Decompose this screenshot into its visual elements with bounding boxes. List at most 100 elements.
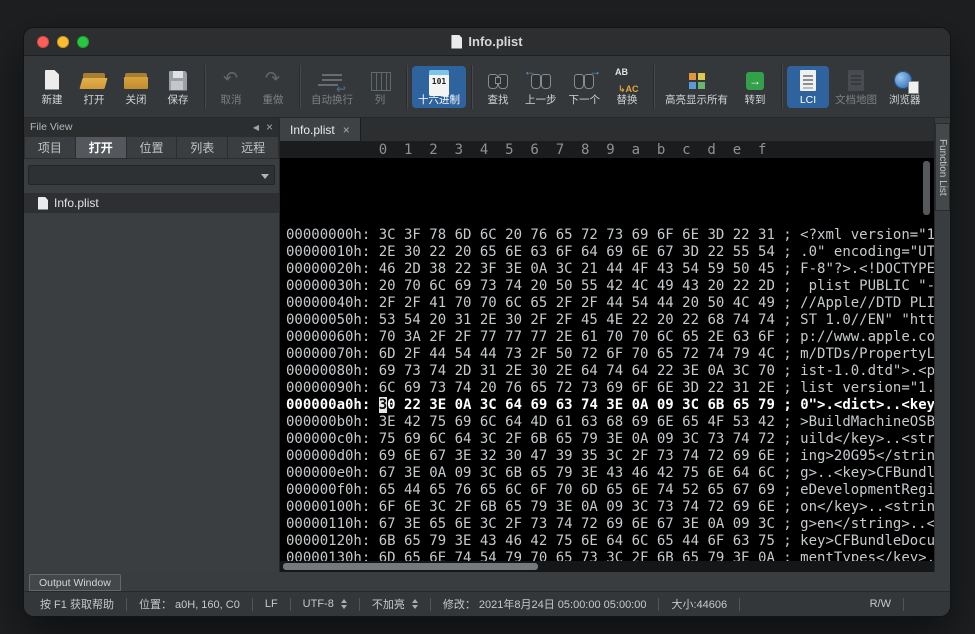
hex-row[interactable]: 00000050h: 53 54 20 31 2E 30 2F 2F 45 4E… <box>286 312 950 329</box>
browser-button[interactable]: 浏览器 <box>883 66 927 108</box>
hex-address: 000000d0h: <box>286 448 379 464</box>
hex-101-icon <box>424 69 454 93</box>
toolbar-button-label: 下一个 <box>569 94 601 106</box>
lci-button[interactable]: LCI <box>787 66 829 108</box>
undo-button[interactable]: 取消 <box>210 66 252 108</box>
output-window-tab[interactable]: Output Window <box>29 574 121 591</box>
goto-button[interactable]: 转到 <box>734 66 776 108</box>
close-panel-icon[interactable]: × <box>266 122 273 132</box>
function-list-tab[interactable]: Function List <box>935 123 950 211</box>
replace-button[interactable]: 替换 <box>606 66 648 108</box>
hex-row[interactable]: 00000000h: 3C 3F 78 6D 6C 20 76 65 72 73… <box>286 227 950 244</box>
find-next-button[interactable]: 下一个 <box>563 66 607 108</box>
vertical-scrollbar-thumb[interactable] <box>923 161 930 215</box>
hex-row[interactable]: 00000020h: 46 2D 38 22 3F 3E 0A 3C 21 44… <box>286 261 950 278</box>
hex-ascii: p://www.apple.co <box>800 329 935 345</box>
hex-bytes: 3E 42 75 69 6C 64 4D 61 63 68 69 6E 65 4… <box>379 414 775 430</box>
hex-rows[interactable]: 00000000h: 3C 3F 78 6D 6C 20 76 65 72 73… <box>280 158 950 572</box>
highlight-all-button[interactable]: 高亮显示所有 <box>659 66 734 108</box>
dropdown-stepper-icon <box>341 599 347 609</box>
redo-button[interactable]: 重做 <box>252 66 294 108</box>
toolbar-button-label: 文档地图 <box>835 94 877 106</box>
hex-bytes: 6D 2F 44 54 44 73 2F 50 72 6F 70 65 72 7… <box>379 346 775 362</box>
find-button[interactable]: 查找 <box>477 66 519 108</box>
hex-bytes: 69 73 74 2D 31 2E 30 2E 64 74 64 22 3E 0… <box>379 363 775 379</box>
sidebar-tab-project[interactable]: 项目 <box>24 136 76 159</box>
hex-ascii-separator: ; <box>775 346 800 362</box>
hex-view-button[interactable]: 十六进制 <box>412 66 466 108</box>
hex-bytes: 67 3E 65 6E 3C 2F 73 74 72 69 6E 67 3E 0… <box>379 516 775 532</box>
output-row: Output Window <box>24 572 950 591</box>
editor-tab-info-plist[interactable]: Info.plist × <box>280 118 361 141</box>
hex-ascii-separator: ; <box>775 278 800 294</box>
hex-bytes: 75 69 6C 64 3C 2F 6B 65 79 3E 0A 09 3C 7… <box>379 431 775 447</box>
status-encoding[interactable]: UTF-8 <box>291 598 359 610</box>
hex-row[interactable]: 000000b0h: 3E 42 75 69 6C 64 4D 61 63 68… <box>286 414 950 431</box>
file-list-item[interactable]: Info.plist <box>24 193 279 213</box>
hex-row[interactable]: 00000070h: 6D 2F 44 54 44 73 2F 50 72 6F… <box>286 346 950 363</box>
sidebar-tab-remote[interactable]: 远程 <box>228 136 279 159</box>
hex-bytes: 46 2D 38 22 3F 3E 0A 3C 21 44 4F 43 54 5… <box>379 261 775 277</box>
window-title: Info.plist <box>468 34 522 49</box>
highlight-grid-icon <box>682 69 712 93</box>
find-previous-button[interactable]: 上一步 <box>519 66 563 108</box>
minimize-window-button[interactable] <box>57 36 69 48</box>
save-button[interactable]: 保存 <box>157 66 199 108</box>
hex-ascii-separator: ; <box>775 244 800 260</box>
toolbar-button-label: 替换 <box>617 94 638 106</box>
hex-ascii: eDevelopmentRegi <box>800 482 935 498</box>
hex-row[interactable]: 000000f0h: 65 44 65 76 65 6C 6F 70 6D 65… <box>286 482 950 499</box>
status-help-label: 按 F1 获取帮助 <box>40 596 114 612</box>
hex-bytes: 6F 6E 3C 2F 6B 65 79 3E 0A 09 3C 73 74 7… <box>379 499 775 515</box>
hex-bytes: 6B 65 79 3E 43 46 42 75 6E 64 6C 65 44 6… <box>379 533 775 549</box>
hex-address: 000000a0h: <box>286 397 379 413</box>
toolbar: 新建打开关闭保存取消重做自动换行列 十六进制查找上一步下一个 替换 高亮显示所有转到 L… <box>24 56 950 118</box>
document-map-button[interactable]: 文档地图 <box>829 66 883 108</box>
hex-ascii: uild</key>..<str <box>800 431 935 447</box>
hex-row[interactable]: 00000030h: 20 70 6C 69 73 74 20 50 55 42… <box>286 278 950 295</box>
hex-address: 000000f0h: <box>286 482 379 498</box>
horizontal-scrollbar[interactable] <box>280 561 934 572</box>
hex-row[interactable]: 000000d0h: 69 6E 67 3E 32 30 47 39 35 3C… <box>286 448 950 465</box>
hex-ascii: key>CFBundleDocu <box>800 533 935 549</box>
hex-row[interactable]: 00000080h: 69 73 74 2D 31 2E 30 2E 64 74… <box>286 363 950 380</box>
main-area: File View ◀ × 项目打开位置列表远程 Info.plist Info… <box>24 118 950 572</box>
zoom-window-button[interactable] <box>77 36 89 48</box>
status-position-label: 位置： a0H, 160, C0 <box>139 596 240 612</box>
hex-bytes: 30 22 3E 0A 3C 64 69 63 74 3E 0A 09 3C 6… <box>379 397 775 413</box>
close-window-button[interactable] <box>37 36 49 48</box>
toolbar-button-label: 关闭 <box>126 94 147 106</box>
toolbar-button-label: 列 <box>375 94 386 106</box>
new-button[interactable]: 新建 <box>31 66 73 108</box>
hex-row[interactable]: 00000060h: 70 3A 2F 2F 77 77 77 2E 61 70… <box>286 329 950 346</box>
close-button[interactable]: 关闭 <box>115 66 157 108</box>
tab-close-icon[interactable]: × <box>343 123 350 137</box>
file-filter-dropdown[interactable] <box>28 165 275 185</box>
hex-row[interactable]: 000000a0h: 30 22 3E 0A 3C 64 69 63 74 3E… <box>286 397 950 414</box>
hex-row[interactable]: 00000110h: 67 3E 65 6E 3C 2F 73 74 72 69… <box>286 516 950 533</box>
word-wrap-button[interactable]: 自动换行 <box>305 66 359 108</box>
hex-row[interactable]: 00000040h: 2F 2F 41 70 70 6C 65 2F 2F 44… <box>286 295 950 312</box>
goto-arrow-icon <box>740 69 770 93</box>
toolbar-button-label: 转到 <box>745 94 766 106</box>
hex-row[interactable]: 00000010h: 2E 30 22 20 65 6E 63 6F 64 69… <box>286 244 950 261</box>
status-highlight-mode[interactable]: 不加亮 <box>360 596 430 612</box>
columns-button[interactable]: 列 <box>359 66 401 108</box>
toolbar-separator <box>299 65 300 109</box>
sidebar-tab-open[interactable]: 打开 <box>76 136 127 159</box>
hex-row[interactable]: 00000100h: 6F 6E 3C 2F 6B 65 79 3E 0A 09… <box>286 499 950 516</box>
hex-ascii-separator: ; <box>775 329 800 345</box>
horizontal-scrollbar-thumb[interactable] <box>283 563 538 570</box>
open-button[interactable]: 打开 <box>73 66 115 108</box>
hex-row[interactable]: 000000c0h: 75 69 6C 64 3C 2F 6B 65 79 3E… <box>286 431 950 448</box>
hex-row[interactable]: 000000e0h: 67 3E 0A 09 3C 6B 65 79 3E 43… <box>286 465 950 482</box>
dock-panel-icon[interactable]: ◀ <box>253 123 259 132</box>
sidebar-tab-list[interactable]: 列表 <box>177 136 228 159</box>
hex-row[interactable]: 00000090h: 6C 69 73 74 20 76 65 72 73 69… <box>286 380 950 397</box>
sidebar-tab-location[interactable]: 位置 <box>127 136 178 159</box>
toolbar-button-label: 上一步 <box>525 94 557 106</box>
status-line-ending: LF <box>253 598 290 610</box>
hex-bytes: 70 3A 2F 2F 77 77 77 2E 61 70 70 6C 65 2… <box>379 329 775 345</box>
hex-row[interactable]: 00000120h: 6B 65 79 3E 43 46 42 75 6E 64… <box>286 533 950 550</box>
toolbar-separator <box>406 65 407 109</box>
